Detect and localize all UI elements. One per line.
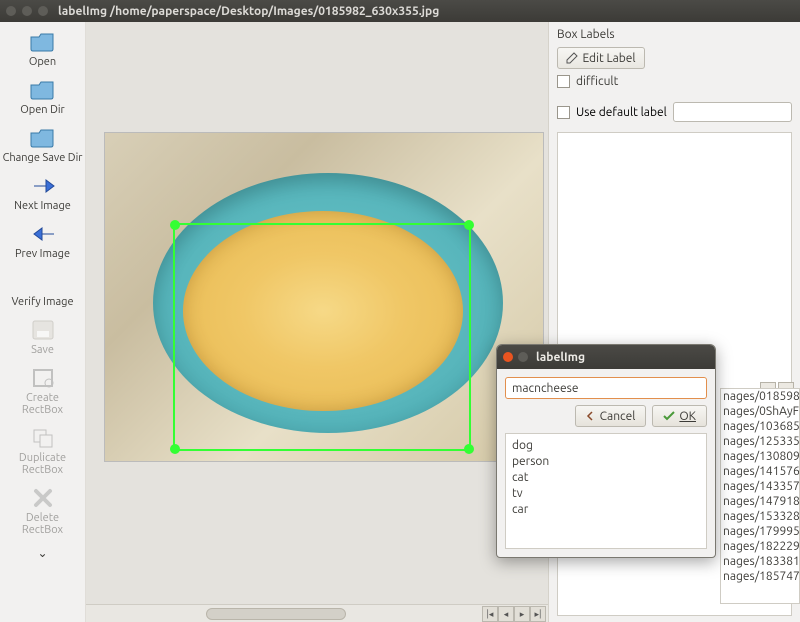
toolbar-create-button: Create RectBox xyxy=(3,364,83,420)
file-list-item[interactable]: nages/147918 xyxy=(721,494,799,509)
folder-icon xyxy=(29,78,57,102)
label-options-list[interactable]: dogpersoncattvcar xyxy=(505,433,707,549)
toolbar-change-dir-label: Change Save Dir xyxy=(3,152,83,164)
label-dialog: labelImg Cancel OK dogpersoncattvcar xyxy=(496,344,716,558)
label-option[interactable]: car xyxy=(512,502,700,518)
toolbar-dup-button: Duplicate RectBox xyxy=(3,424,83,480)
dialog-min-icon[interactable] xyxy=(518,352,528,362)
toolbar-verify-button[interactable]: Verify Image xyxy=(3,268,83,312)
none-icon xyxy=(29,270,57,294)
folder-icon xyxy=(29,30,57,54)
file-list-item[interactable]: nages/018598 xyxy=(721,389,799,404)
scroll-prev-icon[interactable]: ◂ xyxy=(498,606,514,622)
bbox-handle-br[interactable] xyxy=(464,444,474,454)
label-option[interactable]: tv xyxy=(512,486,700,502)
toolbar-more-icon[interactable]: ⌄ xyxy=(37,546,47,560)
toolbar-change-dir-button[interactable]: Change Save Dir xyxy=(3,124,83,168)
use-default-label: Use default label xyxy=(576,106,667,119)
app-name: labelImg xyxy=(58,5,107,18)
rect-icon xyxy=(29,366,57,390)
folder-icon xyxy=(29,126,57,150)
loaded-image[interactable] xyxy=(104,132,544,462)
toolbar-open-button[interactable]: Open xyxy=(3,28,83,72)
bbox-handle-tl[interactable] xyxy=(170,220,180,230)
toolbar-prev-button[interactable]: Prev Image xyxy=(3,220,83,264)
ok-button[interactable]: OK xyxy=(652,405,707,427)
file-list-item[interactable]: nages/0ShAyF xyxy=(721,404,799,419)
difficult-checkbox[interactable] xyxy=(557,75,570,88)
dialog-titlebar[interactable]: labelImg xyxy=(497,345,715,369)
toolbar-prev-label: Prev Image xyxy=(15,248,70,260)
cancel-button[interactable]: Cancel xyxy=(575,405,647,427)
toolbar-open-dir-button[interactable]: Open Dir xyxy=(3,76,83,120)
scroll-next-icon[interactable]: ▸ xyxy=(514,606,530,622)
save-icon xyxy=(29,318,57,342)
bbox-handle-bl[interactable] xyxy=(170,444,180,454)
cancel-label: Cancel xyxy=(600,410,636,423)
panel-title: Box Labels xyxy=(557,28,792,41)
toolbar-del-button: Delete RectBox xyxy=(3,484,83,540)
bbox-handle-tr[interactable] xyxy=(464,220,474,230)
file-list-item[interactable]: nages/141576 xyxy=(721,464,799,479)
edit-label-text: Edit Label xyxy=(582,52,635,65)
toolbar-next-button[interactable]: Next Image xyxy=(3,172,83,216)
window-max-icon[interactable] xyxy=(38,6,48,16)
dup-icon xyxy=(29,426,57,450)
toolbar-create-label: Create RectBox xyxy=(22,392,63,416)
toolbar-save-label: Save xyxy=(31,344,54,356)
file-list-item[interactable]: nages/130809 xyxy=(721,449,799,464)
arrow-left-icon xyxy=(29,222,57,246)
toolbar-dup-label: Duplicate RectBox xyxy=(19,452,66,476)
toolbar-open-dir-label: Open Dir xyxy=(20,104,64,116)
file-path: /home/paperspace/Desktop/Images/0185982_… xyxy=(110,5,439,18)
file-list[interactable]: nages/018598nages/0ShAyFnages/103685nage… xyxy=(720,388,800,604)
default-label-input[interactable] xyxy=(673,102,792,122)
scroll-last-icon[interactable]: ▸| xyxy=(530,606,546,622)
check-icon xyxy=(663,411,675,421)
toolbar-open-label: Open xyxy=(29,56,56,68)
window-title: labelImg /home/paperspace/Desktop/Images… xyxy=(58,5,439,18)
file-list-item[interactable]: nages/185747 xyxy=(721,569,799,584)
use-default-checkbox[interactable] xyxy=(557,106,570,119)
window-titlebar: labelImg /home/paperspace/Desktop/Images… xyxy=(0,0,800,22)
file-list-item[interactable]: nages/125335 xyxy=(721,434,799,449)
window-min-icon[interactable] xyxy=(22,6,32,16)
file-list-item[interactable]: nages/153328 xyxy=(721,509,799,524)
file-list-item[interactable]: nages/182229 xyxy=(721,539,799,554)
label-option[interactable]: dog xyxy=(512,438,700,454)
scroll-first-icon[interactable]: |◂ xyxy=(482,606,498,622)
toolbar-del-label: Delete RectBox xyxy=(22,512,63,536)
ok-label: OK xyxy=(679,410,696,423)
label-option[interactable]: person xyxy=(512,454,700,470)
toolbar-save-button: Save xyxy=(3,316,83,360)
delete-icon xyxy=(29,486,57,510)
file-list-item[interactable]: nages/103685 xyxy=(721,419,799,434)
edit-icon xyxy=(566,52,578,64)
edit-label-button[interactable]: Edit Label xyxy=(557,47,645,69)
difficult-checkbox-row[interactable]: difficult xyxy=(557,75,792,88)
scrollbar-thumb[interactable] xyxy=(206,608,346,620)
dialog-close-icon[interactable] xyxy=(503,352,513,362)
horizontal-scrollbar[interactable]: |◂ ◂ ▸ ▸| xyxy=(86,604,548,622)
file-list-item[interactable]: nages/179995 xyxy=(721,524,799,539)
toolbar-next-label: Next Image xyxy=(14,200,71,212)
file-list-item[interactable]: nages/183381 xyxy=(721,554,799,569)
bounding-box[interactable] xyxy=(173,223,471,451)
arrow-right-icon xyxy=(29,174,57,198)
label-input[interactable] xyxy=(505,377,707,399)
canvas-area: |◂ ◂ ▸ ▸| xyxy=(86,22,548,622)
dialog-title: labelImg xyxy=(536,351,585,364)
difficult-label: difficult xyxy=(576,75,618,88)
label-option[interactable]: cat xyxy=(512,470,700,486)
window-close-icon[interactable] xyxy=(6,6,16,16)
file-list-item[interactable]: nages/143357 xyxy=(721,479,799,494)
back-arrow-icon xyxy=(586,411,596,421)
left-toolbar: Open Open Dir Change Save Dir Next Image Pre… xyxy=(0,22,86,622)
toolbar-verify-label: Verify Image xyxy=(11,296,73,308)
